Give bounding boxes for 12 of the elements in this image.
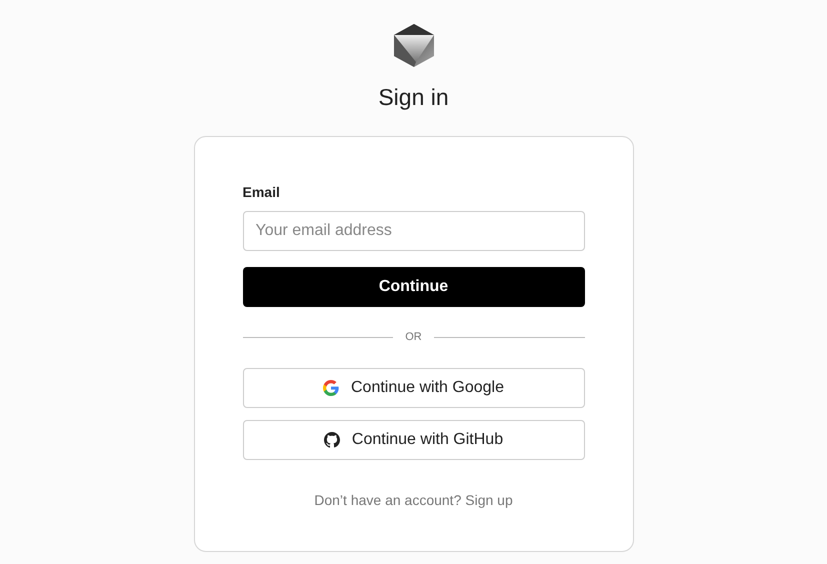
logo-icon xyxy=(392,22,436,68)
github-signin-button[interactable]: Continue with GitHub xyxy=(242,420,584,460)
continue-button[interactable]: Continue xyxy=(242,267,584,307)
email-label: Email xyxy=(242,183,280,202)
signup-prompt: Don’t have an account? xyxy=(314,492,462,508)
page-title: Sign in xyxy=(378,83,449,112)
github-icon xyxy=(324,432,340,448)
google-icon xyxy=(323,380,339,396)
google-signin-button[interactable]: Continue with Google xyxy=(242,368,584,408)
signup-link[interactable]: Sign up xyxy=(465,492,513,508)
email-field[interactable]: Your email address xyxy=(242,211,584,251)
divider-text: OR xyxy=(405,330,422,345)
